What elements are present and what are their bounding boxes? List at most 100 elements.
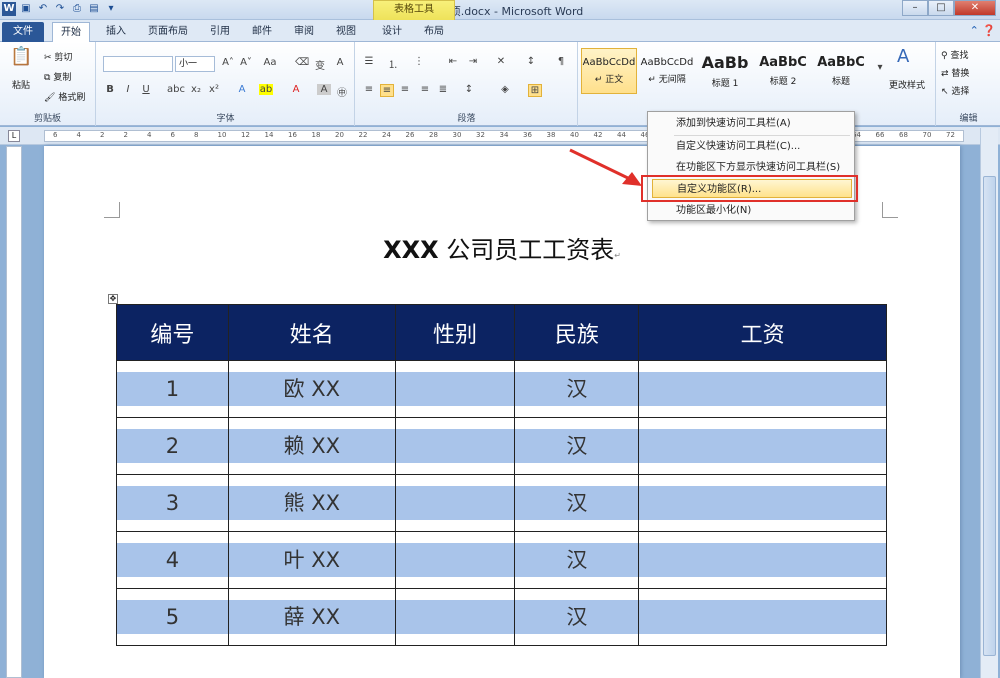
help-icon[interactable]: ⌃ ❓ — [970, 24, 996, 37]
tab-review[interactable]: 审阅 — [286, 22, 322, 42]
table-cell[interactable]: 汉 — [514, 417, 640, 475]
header-cell[interactable]: 姓名 — [227, 304, 396, 361]
tab-home[interactable]: 开始 — [52, 22, 90, 42]
phonetic-icon[interactable]: 变 — [313, 57, 327, 72]
font-size-combo[interactable]: 小一 — [175, 56, 215, 72]
scrollbar-thumb[interactable] — [983, 176, 996, 656]
select-button[interactable]: ↖ 选择 — [941, 84, 969, 97]
tab-file[interactable]: 文件 — [2, 22, 44, 42]
shrink-font-icon[interactable]: A˅ — [239, 57, 253, 68]
style-heading-2[interactable]: AaBbC 标题 2 — [755, 48, 811, 94]
numbering-icon[interactable]: ⒈ — [386, 56, 400, 71]
superscript-icon[interactable]: x² — [207, 84, 221, 95]
table-cell[interactable] — [394, 360, 516, 418]
bullets-icon[interactable]: ☰ — [362, 56, 376, 67]
tab-design[interactable]: 设计 — [374, 22, 410, 42]
style-normal[interactable]: AaBbCcDd ↵ 正文 — [581, 48, 637, 94]
table-move-handle-icon[interactable]: ✥ — [108, 294, 118, 304]
table-cell[interactable] — [394, 417, 516, 475]
table-cell[interactable]: 5 — [116, 588, 229, 646]
table-cell[interactable] — [638, 417, 887, 475]
find-button[interactable]: ⚲ 查找 — [941, 48, 968, 61]
maximize-button[interactable]: □ — [928, 0, 954, 16]
document-page[interactable]: XXX 公司员工工资表↵ ✥ 编号 姓名 性别 民族 工资 1欧 XX 汉 2 赖 X… — [44, 146, 960, 678]
table-cell[interactable]: 4 — [116, 531, 229, 589]
distributed-icon[interactable]: ≣ — [436, 84, 450, 95]
table-cell[interactable]: 叶 XX — [227, 531, 396, 589]
style-heading-1[interactable]: AaBb 标题 1 — [697, 48, 753, 94]
table-cell[interactable]: 欧 XX — [227, 360, 396, 418]
tab-page-layout[interactable]: 页面布局 — [140, 22, 196, 42]
show-marks-icon[interactable]: ¶ — [554, 56, 568, 67]
minimize-button[interactable]: – — [902, 0, 928, 16]
strikethrough-icon[interactable]: abc — [167, 84, 185, 95]
vertical-scrollbar[interactable] — [980, 128, 998, 678]
table-cell[interactable]: 3 — [116, 474, 229, 532]
menu-minimize-ribbon[interactable]: 功能区最小化(N) — [652, 201, 852, 220]
paste-icon[interactable]: 📋 — [10, 46, 32, 67]
subscript-icon[interactable]: x₂ — [189, 84, 203, 95]
document-title[interactable]: XXX 公司员工工资表↵ — [44, 230, 960, 265]
char-shading-icon[interactable]: A — [317, 84, 331, 95]
format-painter-button[interactable]: 🖌 格式刷 — [44, 90, 85, 103]
tab-view[interactable]: 视图 — [328, 22, 364, 42]
menu-add-to-qat[interactable]: 添加到快速访问工具栏(A) — [652, 114, 852, 133]
tab-insert[interactable]: 插入 — [98, 22, 134, 42]
header-cell[interactable]: 编号 — [116, 304, 229, 361]
bold-icon[interactable]: B — [103, 84, 117, 95]
enclose-char-icon[interactable]: ㊥ — [335, 84, 349, 99]
increase-indent-icon[interactable]: ⇥ — [466, 56, 480, 67]
tab-layout[interactable]: 布局 — [416, 22, 452, 42]
table-cell[interactable]: 汉 — [514, 474, 640, 532]
decrease-indent-icon[interactable]: ⇤ — [446, 56, 460, 67]
change-case-icon[interactable]: Aa — [263, 57, 277, 68]
header-cell[interactable]: 工资 — [638, 304, 887, 361]
cut-button[interactable]: ✂ 剪切 — [44, 50, 72, 63]
table-cell[interactable]: 薛 XX — [227, 588, 396, 646]
grow-font-icon[interactable]: A˄ — [221, 57, 235, 68]
table-cell[interactable]: 汉 — [514, 360, 640, 418]
copy-button[interactable]: ⧉ 复制 — [44, 70, 71, 83]
close-button[interactable]: ✕ — [954, 0, 996, 16]
style-no-spacing[interactable]: AaBbCcDd ↵ 无间隔 — [639, 48, 695, 94]
table-cell[interactable]: 汉 — [514, 531, 640, 589]
styles-more-icon[interactable]: ▾ — [873, 62, 887, 73]
table-cell[interactable]: 熊 XX — [227, 474, 396, 532]
change-styles-button[interactable]: 更改样式 — [889, 78, 925, 91]
chinese-layout-icon[interactable]: ✕ — [494, 56, 508, 67]
shading-icon[interactable]: ◈ — [498, 84, 512, 95]
align-center-icon[interactable]: ≡ — [380, 84, 394, 97]
align-right-icon[interactable]: ≡ — [398, 84, 412, 95]
table-cell[interactable] — [638, 588, 887, 646]
clear-format-icon[interactable]: ⌫ — [295, 57, 309, 68]
sort-icon[interactable]: ↕ — [524, 56, 538, 67]
table-cell[interactable] — [638, 360, 887, 418]
align-left-icon[interactable]: ≡ — [362, 84, 376, 95]
table-cell[interactable] — [394, 474, 516, 532]
multilevel-list-icon[interactable]: ⋮ — [412, 56, 426, 67]
text-effects-icon[interactable]: A — [235, 84, 249, 95]
highlight-icon[interactable]: ab — [259, 84, 273, 95]
char-border-icon[interactable]: A — [333, 57, 347, 68]
table-cell[interactable]: 赖 XX — [227, 417, 396, 475]
header-cell[interactable]: 性别 — [394, 304, 516, 361]
tab-references[interactable]: 引用 — [202, 22, 238, 42]
menu-customize-qat[interactable]: 自定义快速访问工具栏(C)... — [652, 137, 852, 156]
header-cell[interactable]: 民族 — [514, 304, 640, 361]
line-spacing-icon[interactable]: ↕ — [462, 84, 476, 95]
table-cell[interactable]: 1 — [116, 360, 229, 418]
table-cell[interactable] — [394, 531, 516, 589]
change-styles-icon[interactable]: A — [897, 46, 909, 67]
font-color-icon[interactable]: A — [289, 84, 303, 95]
underline-icon[interactable]: U — [139, 84, 153, 95]
table-cell[interactable] — [638, 474, 887, 532]
style-title[interactable]: AaBbC 标题 — [813, 48, 869, 94]
tab-mailings[interactable]: 邮件 — [244, 22, 280, 42]
borders-icon[interactable]: ⊞ — [528, 84, 542, 97]
table-cell[interactable]: 汉 — [514, 588, 640, 646]
table-cell[interactable] — [638, 531, 887, 589]
tab-selector-icon[interactable]: L — [8, 130, 20, 142]
italic-icon[interactable]: I — [121, 84, 135, 95]
table-cell[interactable] — [394, 588, 516, 646]
font-name-combo[interactable] — [103, 56, 173, 72]
